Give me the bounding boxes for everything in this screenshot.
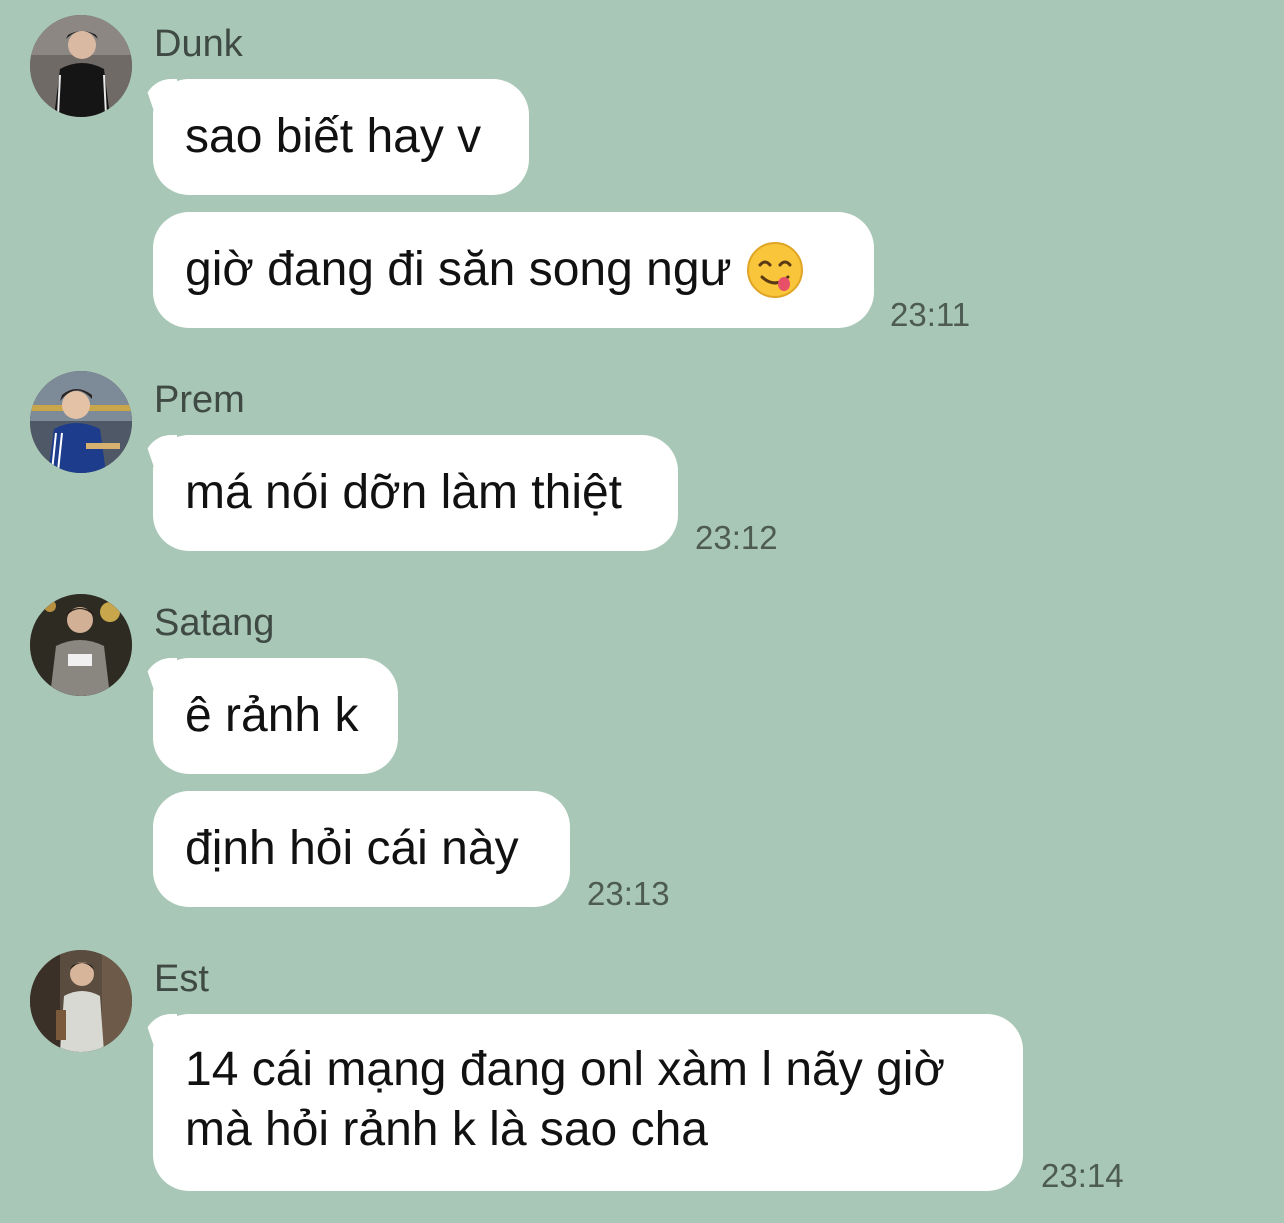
message-timestamp: 23:12: [695, 519, 778, 556]
message-text: 14 cái mạng đang onl xàm l nãy giờ mà hỏ…: [185, 1043, 945, 1156]
message-bubble[interactable]: 14 cái mạng đang onl xàm l nãy giờ mà hỏ…: [153, 1014, 1023, 1191]
message-timestamp: 23:13: [587, 875, 670, 912]
sender-name: Dunk: [154, 23, 243, 65]
avatar[interactable]: [30, 950, 132, 1052]
message-bubble[interactable]: má nói dỡn làm thiệt: [153, 435, 678, 551]
avatar-dunk-photo: [30, 15, 132, 117]
avatar-prem-photo: [30, 371, 132, 473]
message-timestamp: 23:14: [1041, 1157, 1124, 1194]
message-bubble[interactable]: ê rảnh k: [153, 658, 398, 774]
message-text: sao biết hay v: [185, 110, 482, 163]
yum-face-emoji: [746, 242, 803, 298]
message-bubble[interactable]: định hỏi cái này: [153, 791, 570, 907]
avatar-satang-photo: [30, 594, 132, 696]
message-text: giờ đang đi săn song ngư: [185, 243, 732, 296]
sender-name: Est: [154, 958, 209, 1000]
avatar[interactable]: [30, 371, 132, 473]
chat-history[interactable]: Dunk sao biết hay v giờ đang đi săn song…: [0, 0, 1284, 1223]
avatar-est-photo: [30, 950, 132, 1052]
sender-name: Prem: [154, 379, 245, 421]
message-text: định hỏi cái này: [185, 822, 519, 875]
sender-name: Satang: [154, 602, 275, 644]
message-bubble[interactable]: giờ đang đi săn song ngư: [153, 212, 874, 328]
message-text: má nói dỡn làm thiệt: [185, 466, 623, 519]
message-bubble[interactable]: sao biết hay v: [153, 79, 529, 195]
avatar[interactable]: [30, 594, 132, 696]
message-text: ê rảnh k: [185, 689, 359, 742]
message-timestamp: 23:11: [890, 296, 971, 333]
avatar[interactable]: [30, 15, 132, 117]
